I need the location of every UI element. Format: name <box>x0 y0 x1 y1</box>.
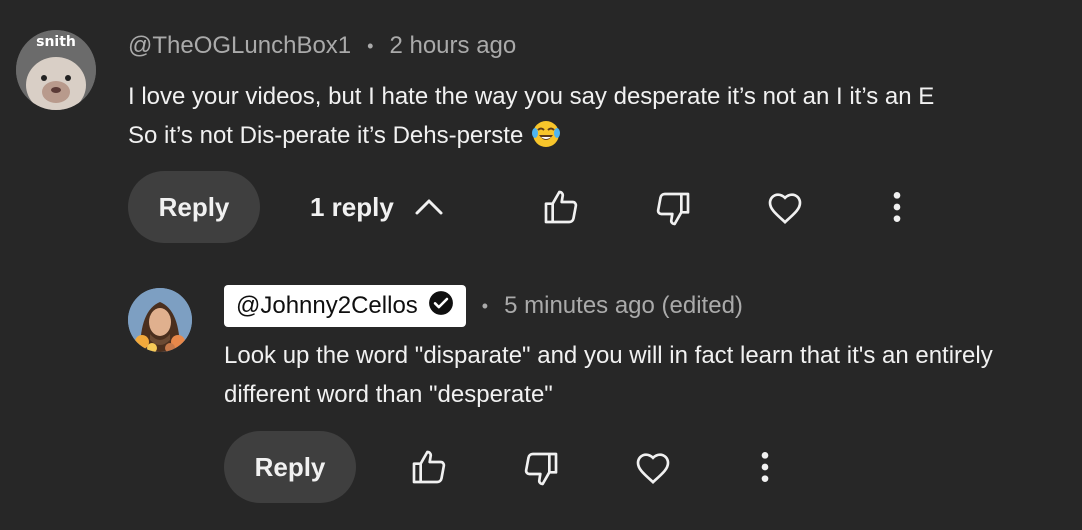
avatar-caption: snith <box>36 34 76 50</box>
reply-line-1: Look up the word "disparate" and you wil… <box>224 342 993 369</box>
reply-text: Look up the word "disparate" and you wil… <box>224 336 993 414</box>
comment-line-2-text: So it’s not Dis-perate it’s Dehs-perste <box>128 122 524 149</box>
reply-timestamp[interactable]: 5 minutes ago (edited) <box>504 292 743 320</box>
chevron-up-icon <box>414 192 444 223</box>
reply-author: @Johnny2Cellos <box>236 292 418 319</box>
heart-icon[interactable] <box>765 188 805 228</box>
verified-check-icon <box>428 290 454 323</box>
reply-button[interactable]: Reply <box>224 431 356 503</box>
reply-line-2: different word than "desperate" <box>224 381 553 408</box>
more-vert-icon[interactable] <box>877 187 917 227</box>
comment-timestamp[interactable]: 2 hours ago <box>389 32 516 60</box>
comment-header: @TheOGLunchBox1 • 2 hours ago <box>128 30 516 62</box>
thumbs-up-icon[interactable] <box>409 447 449 487</box>
laughing-tears-emoji-icon <box>531 119 561 149</box>
heart-icon[interactable] <box>633 448 673 488</box>
owner-author-chip[interactable]: @Johnny2Cellos <box>224 285 466 327</box>
comment-line-1: I love your videos, but I hate the way y… <box>128 83 935 110</box>
replies-count: 1 reply <box>310 191 394 222</box>
replies-toggle[interactable]: 1 reply <box>310 183 444 231</box>
reply-header: @Johnny2Cellos • 5 minutes ago (edited) <box>224 284 743 328</box>
reply-button[interactable]: Reply <box>128 171 260 243</box>
commenter-avatar[interactable]: snith <box>16 30 96 110</box>
comment-line-2: So it’s not Dis-perate it’s Dehs-perste <box>128 116 934 155</box>
thumbs-up-icon[interactable] <box>541 187 581 227</box>
thumbs-down-icon[interactable] <box>521 449 561 489</box>
comment-text: I love your videos, but I hate the way y… <box>128 77 934 155</box>
thumbs-down-icon[interactable] <box>653 189 693 229</box>
separator-dot: • <box>481 295 489 316</box>
reply-avatar[interactable] <box>128 288 192 352</box>
separator-dot: • <box>367 35 374 56</box>
more-vert-icon[interactable] <box>745 447 785 487</box>
comment-author[interactable]: @TheOGLunchBox1 <box>128 32 351 60</box>
